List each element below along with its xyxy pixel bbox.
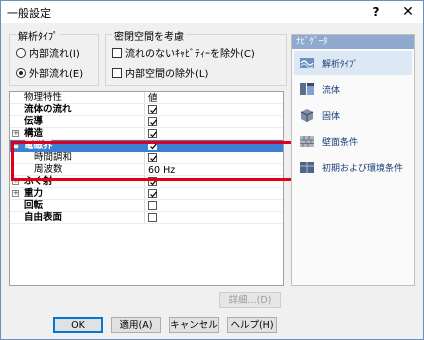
wall-condition-icon	[298, 132, 316, 150]
check-icon[interactable]	[148, 129, 157, 138]
nav-label: 壁面条件	[322, 137, 359, 148]
grid-row-fluid-flow[interactable]: 流体の流れ	[10, 104, 283, 116]
expand-icon[interactable]: +	[12, 190, 19, 197]
fluid-icon	[298, 80, 316, 98]
grid-row-free-surface[interactable]: 自由表面	[10, 212, 283, 224]
exclude-internal-space-label: 内部空間の除外(L)	[125, 69, 209, 80]
physical-features-grid: 物理特性 値 流体の流れ 伝導 + 構造 − 電磁界 時間調和 周波数 60 H…	[9, 91, 284, 286]
grid-row-rotation[interactable]: 回転	[10, 200, 283, 212]
radio-icon	[16, 47, 26, 58]
nav-item-fluid[interactable]: 流体	[294, 77, 412, 101]
checkbox-icon[interactable]	[148, 201, 157, 210]
nav-item-solid[interactable]: 固体	[294, 103, 412, 127]
grid-row-structure[interactable]: + 構造	[10, 128, 283, 140]
analysis-type-icon	[298, 54, 316, 72]
checkbox-icon	[112, 67, 122, 78]
help-button[interactable]: ヘルプ(H)	[227, 317, 277, 333]
grid-row-gravity[interactable]: + 重力	[10, 188, 283, 200]
exclude-cavities-label: 流れのないｷｬﾋﾞﾃｨｰを除外(C)	[125, 49, 255, 60]
nav-item-analysis-type[interactable]: 解析ﾀｲﾌﾟ	[294, 51, 412, 75]
exclude-internal-space-checkbox[interactable]: 内部空間の除外(L)	[112, 65, 208, 80]
exclude-cavities-checkbox[interactable]: 流れのないｷｬﾋﾞﾃｨｰを除外(C)	[112, 45, 255, 60]
details-button[interactable]: 詳細...(D)	[219, 292, 281, 308]
grid-row-conduction[interactable]: 伝導	[10, 116, 283, 128]
expand-icon[interactable]: +	[12, 130, 19, 137]
check-icon[interactable]	[148, 105, 157, 114]
navigator-panel: ﾅﾋﾞｹﾞｰﾀ 解析ﾀｲﾌﾟ 流体 固体 壁面条件 初期および環境条件	[291, 34, 415, 286]
general-settings-dialog: 一般設定 ? ✕ 解析ﾀｲﾌﾟ 内部流れ(I) 外部流れ(E) 密閉空間を考慮 …	[0, 0, 424, 340]
nav-label: 初期および環境条件	[322, 163, 404, 174]
cancel-button[interactable]: キャンセル	[169, 317, 219, 333]
window-title: 一般設定	[7, 7, 51, 20]
check-icon[interactable]	[148, 189, 157, 198]
nav-label: 固体	[322, 111, 341, 122]
close-icon[interactable]: ✕	[391, 1, 424, 23]
navigator-title: ﾅﾋﾞｹﾞｰﾀ	[292, 35, 414, 49]
nav-item-wall-condition[interactable]: 壁面条件	[294, 129, 412, 153]
analysis-type-group: 解析ﾀｲﾌﾟ 内部流れ(I) 外部流れ(E)	[9, 28, 99, 86]
nav-label: 解析ﾀｲﾌﾟ	[322, 59, 359, 70]
help-icon[interactable]: ?	[359, 1, 393, 23]
ok-button[interactable]: OK	[53, 317, 103, 333]
external-flow-label: 外部流れ(E)	[29, 69, 84, 80]
radio-selected-icon	[16, 67, 26, 78]
initial-condition-icon	[298, 158, 316, 176]
checkbox-icon	[112, 47, 122, 58]
analysis-type-label: 解析ﾀｲﾌﾟ	[16, 28, 60, 43]
internal-flow-radio[interactable]: 内部流れ(I)	[16, 45, 80, 60]
nav-item-initial-condition[interactable]: 初期および環境条件	[294, 155, 412, 179]
check-icon[interactable]	[148, 117, 157, 126]
highlight-box	[11, 141, 309, 181]
closed-space-group: 密閉空間を考慮 流れのないｷｬﾋﾞﾃｨｰを除外(C) 内部空間の除外(L)	[105, 28, 287, 86]
checkbox-icon[interactable]	[148, 213, 157, 222]
nav-label: 流体	[322, 85, 341, 96]
internal-flow-label: 内部流れ(I)	[29, 49, 80, 60]
closed-space-label: 密閉空間を考慮	[112, 28, 186, 43]
external-flow-radio[interactable]: 外部流れ(E)	[16, 65, 83, 80]
apply-button[interactable]: 適用(A)	[111, 317, 161, 333]
solid-icon	[298, 106, 316, 124]
grid-header: 物理特性 値	[10, 92, 283, 104]
title-bar: 一般設定 ? ✕	[1, 1, 423, 23]
